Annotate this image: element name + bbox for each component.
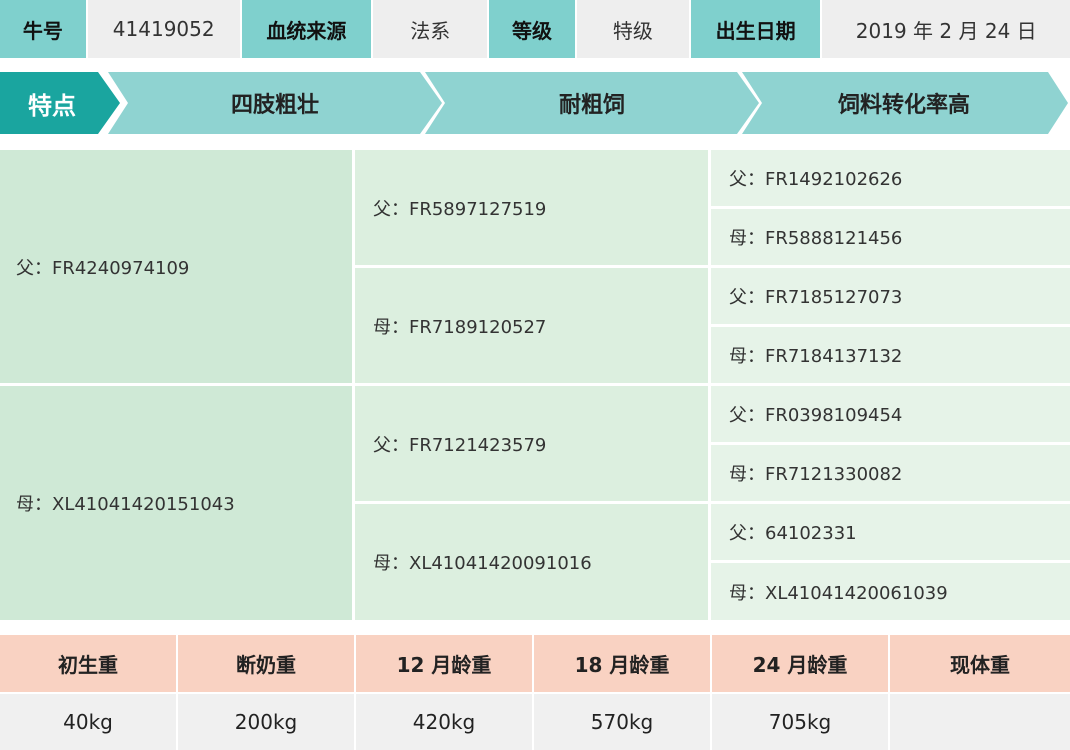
info-row: 牛号 41419052 血统来源 法系 等级 特级 出生日期 2019 年 2 … <box>0 0 1070 58</box>
features-label: 特点 <box>28 91 76 120</box>
great-grandparent-cell: 母：FR7184137132 <box>711 327 1070 383</box>
great-grandparent-cell: 母：XL41041420061039 <box>711 563 1070 620</box>
great-grandparent-cell: 母：FR5888121456 <box>711 209 1070 265</box>
birth-label: 出生日期 <box>690 0 821 58</box>
great-grandparent-cell: 父：FR7185127073 <box>711 268 1070 324</box>
origin-label: 血统来源 <box>241 0 372 58</box>
weight-value-birth: 40kg <box>0 694 176 750</box>
grade-value: 特级 <box>576 0 689 58</box>
sire-cell: 父：FR4240974109 <box>0 150 352 383</box>
id-value: 41419052 <box>87 0 240 58</box>
weight-header-18m: 18 月龄重 <box>534 635 710 692</box>
feature-item-3: 饲料转化率高 <box>837 93 970 118</box>
birth-value: 2019 年 2 月 24 日 <box>822 0 1070 58</box>
feature-item-2: 耐粗饲 <box>558 93 625 118</box>
weight-header-12m: 12 月龄重 <box>356 635 532 692</box>
id-label: 牛号 <box>0 0 86 58</box>
weight-value-weaning: 200kg <box>178 694 354 750</box>
sire-dam-cell: 母：FR7189120527 <box>355 268 708 383</box>
weight-header-weaning: 断奶重 <box>178 635 354 692</box>
weights-table: 初生重 断奶重 12 月龄重 18 月龄重 24 月龄重 现体重 40kg 20… <box>0 635 1070 750</box>
dam-cell: 母：XL41041420151043 <box>0 386 352 620</box>
weight-value-18m: 570kg <box>534 694 710 750</box>
weight-header-birth: 初生重 <box>0 635 176 692</box>
weight-value-12m: 420kg <box>356 694 532 750</box>
dam-sire-cell: 父：FR7121423579 <box>355 386 708 501</box>
pedigree-table: 父：FR4240974109 母：XL41041420151043 父：FR58… <box>0 150 1070 620</box>
weight-header-24m: 24 月龄重 <box>712 635 888 692</box>
feature-item-1: 四肢粗壮 <box>230 93 319 118</box>
origin-value: 法系 <box>373 0 488 58</box>
great-grandparent-cell: 母：FR7121330082 <box>711 445 1070 501</box>
weight-value-24m: 705kg <box>712 694 888 750</box>
features-band: 特点 四肢粗壮 耐粗饲 饲料转化率高 <box>0 72 1070 134</box>
great-grandparent-cell: 父：FR0398109454 <box>711 386 1070 442</box>
weight-header-current: 现体重 <box>890 635 1070 692</box>
weight-value-current <box>890 694 1070 750</box>
dam-dam-cell: 母：XL41041420091016 <box>355 504 708 620</box>
grade-label: 等级 <box>489 0 575 58</box>
sire-sire-cell: 父：FR5897127519 <box>355 150 708 265</box>
great-grandparent-cell: 父：64102331 <box>711 504 1070 560</box>
great-grandparent-cell: 父：FR1492102626 <box>711 150 1070 206</box>
